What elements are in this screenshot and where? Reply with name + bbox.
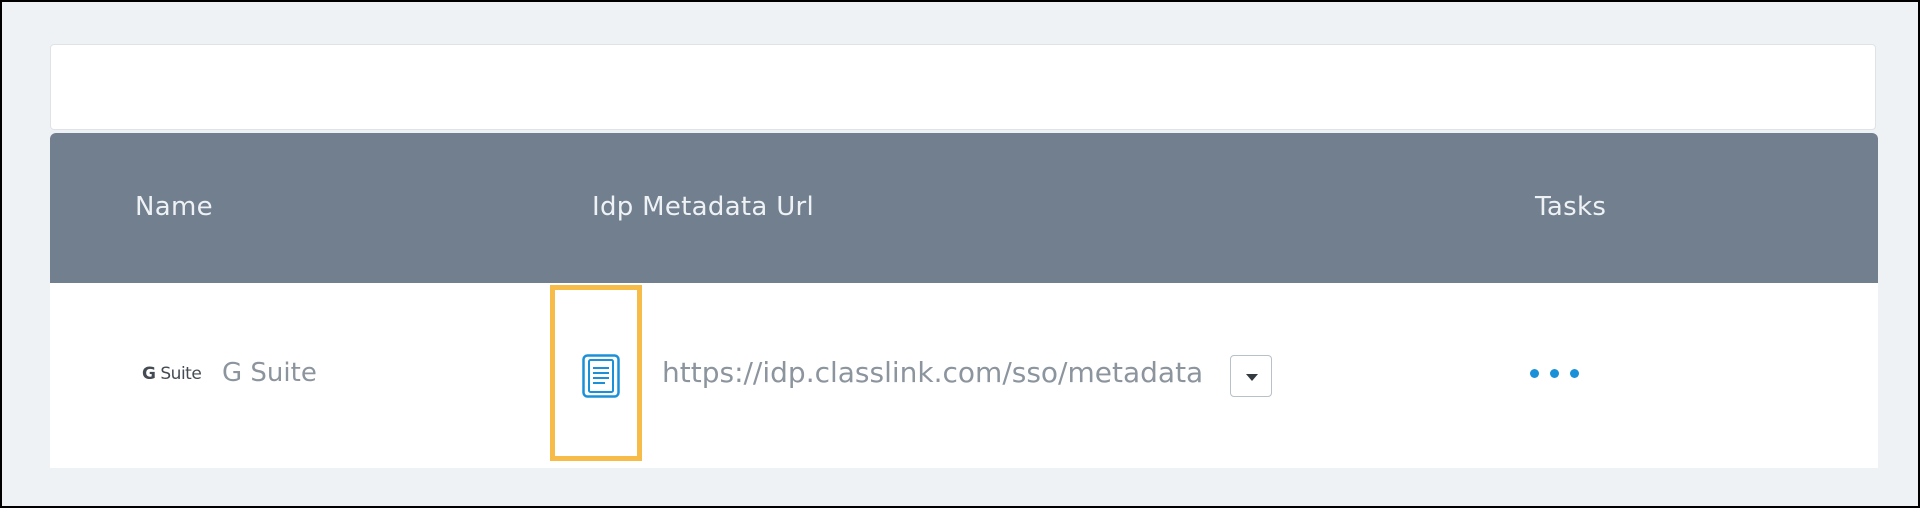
caret-down-icon [1246, 374, 1258, 381]
idp-metadata-url: https://idp.classlink.com/sso/metadata [662, 356, 1204, 389]
column-header-tasks: Tasks [1535, 192, 1607, 222]
gsuite-logo-g: G [142, 364, 156, 384]
more-dots-icon [1530, 369, 1539, 378]
table-row: G Suite G Suite https://idp.classlink.co… [50, 283, 1878, 468]
more-dots-icon [1570, 369, 1579, 378]
app-name: G Suite [222, 358, 317, 388]
table-header: Name Idp Metadata Url Tasks [50, 133, 1878, 283]
more-dots-icon [1550, 369, 1559, 378]
app-frame: Name Idp Metadata Url Tasks G Suite G Su… [0, 0, 1920, 508]
url-dropdown-button[interactable] [1230, 355, 1272, 397]
search-bar[interactable] [50, 44, 1876, 130]
column-header-idp-metadata-url[interactable]: Idp Metadata Url [592, 190, 814, 224]
tasks-menu-button[interactable] [1530, 367, 1579, 381]
column-header-name[interactable]: Name [135, 190, 213, 224]
gsuite-logo: G Suite [142, 363, 202, 385]
gsuite-logo-suite: Suite [160, 364, 202, 384]
document-icon[interactable] [582, 354, 620, 398]
